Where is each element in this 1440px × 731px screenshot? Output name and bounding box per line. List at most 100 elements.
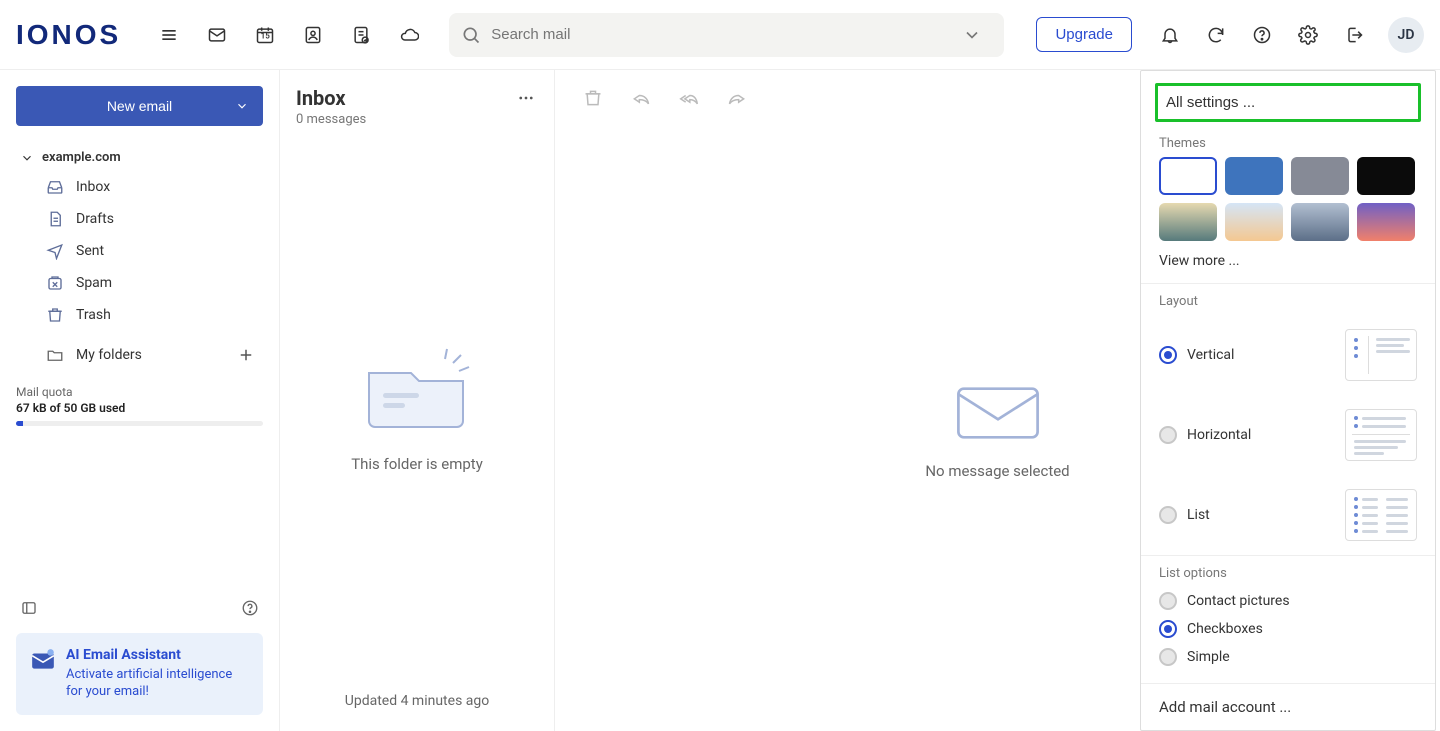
- cloud-icon[interactable]: [389, 15, 429, 55]
- list-option-label: Simple: [1187, 649, 1230, 665]
- ai-assistant-icon: [30, 647, 56, 673]
- folder-label: Trash: [76, 307, 111, 323]
- forward-icon[interactable]: [727, 88, 747, 108]
- help-icon[interactable]: [241, 599, 259, 617]
- list-option-checkboxes[interactable]: Checkboxes: [1159, 615, 1417, 643]
- my-folders-label: My folders: [76, 347, 142, 363]
- upgrade-button[interactable]: Upgrade: [1036, 17, 1132, 52]
- radio-icon: [1159, 620, 1177, 638]
- folder-sent[interactable]: Sent: [16, 235, 263, 267]
- calendar-icon[interactable]: 15: [245, 15, 285, 55]
- user-avatar[interactable]: JD: [1388, 17, 1424, 53]
- list-options-section-label: List options: [1141, 556, 1435, 587]
- empty-folder-text: This folder is empty: [351, 455, 483, 473]
- message-list-panel: Inbox 0 messages This folder is empty Up…: [280, 70, 555, 731]
- all-settings-button[interactable]: All settings ...: [1155, 83, 1421, 122]
- folder-drafts[interactable]: Drafts: [16, 203, 263, 235]
- layout-option-vertical[interactable]: Vertical: [1159, 315, 1417, 395]
- mail-icon[interactable]: [197, 15, 237, 55]
- folder-spam[interactable]: Spam: [16, 267, 263, 299]
- settings-gear-icon[interactable]: [1288, 15, 1328, 55]
- folder-trash[interactable]: Trash: [16, 299, 263, 331]
- search-field-wrapper: [449, 13, 1004, 57]
- chevron-down-icon: [235, 99, 249, 113]
- theme-photo-mountain[interactable]: [1159, 203, 1217, 241]
- help-icon[interactable]: [1242, 15, 1282, 55]
- theme-black[interactable]: [1357, 157, 1415, 195]
- add-folder-icon[interactable]: [237, 346, 255, 364]
- layout-section-label: Layout: [1141, 284, 1435, 315]
- message-count: 0 messages: [296, 112, 366, 127]
- layout-thumbnail: [1345, 489, 1417, 541]
- new-email-label: New email: [107, 98, 172, 114]
- theme-blue[interactable]: [1225, 157, 1283, 195]
- settings-popover: All settings ... Themes View more ... La…: [1140, 70, 1436, 731]
- radio-icon: [1159, 346, 1177, 364]
- drafts-icon: [46, 210, 64, 228]
- account-name-label: example.com: [42, 150, 121, 165]
- layout-label: Horizontal: [1187, 427, 1251, 443]
- folder-label: Sent: [76, 243, 104, 259]
- theme-white[interactable]: [1159, 157, 1217, 195]
- empty-folder-state: This folder is empty: [296, 127, 538, 687]
- theme-photo-beach[interactable]: [1225, 203, 1283, 241]
- sent-icon: [46, 242, 64, 260]
- more-actions-icon[interactable]: [514, 86, 538, 110]
- folder-title: Inbox: [296, 86, 366, 110]
- search-icon: [461, 25, 481, 45]
- layout-thumbnail: [1345, 409, 1417, 461]
- trash-icon: [46, 306, 64, 324]
- list-option-label: Contact pictures: [1187, 593, 1290, 609]
- list-option-contact-pictures[interactable]: Contact pictures: [1159, 587, 1417, 615]
- notifications-icon[interactable]: [1150, 15, 1190, 55]
- new-email-button[interactable]: New email: [16, 86, 263, 126]
- search-dropdown-icon[interactable]: [962, 25, 982, 45]
- logout-icon[interactable]: [1334, 15, 1374, 55]
- main-layout: New email example.com Inbox Drafts Sent …: [0, 70, 1440, 731]
- layout-label: List: [1187, 507, 1210, 523]
- reply-all-icon[interactable]: [679, 88, 699, 108]
- chevron-down-icon: [20, 151, 34, 165]
- layout-option-list[interactable]: List: [1159, 475, 1417, 555]
- inbox-icon: [46, 178, 64, 196]
- my-folders[interactable]: My folders: [16, 339, 263, 371]
- ai-card-title: AI Email Assistant: [66, 647, 249, 663]
- sidebar: New email example.com Inbox Drafts Sent …: [0, 70, 280, 731]
- layout-label: Vertical: [1187, 347, 1234, 363]
- list-option-simple[interactable]: Simple: [1159, 643, 1417, 671]
- theme-photo-city[interactable]: [1291, 203, 1349, 241]
- mail-quota-section: Mail quota 67 kB of 50 GB used: [16, 385, 263, 426]
- themes-grid: [1141, 157, 1435, 241]
- folder-icon: [46, 346, 64, 364]
- envelope-icon: [953, 378, 1043, 448]
- hamburger-menu-icon[interactable]: [149, 15, 189, 55]
- empty-folder-illustration: [357, 341, 477, 435]
- top-bar: IONOS 15 Upgrade: [0, 0, 1440, 70]
- themes-section-label: Themes: [1141, 126, 1435, 157]
- ai-assistant-card[interactable]: AI Email Assistant Activate artificial i…: [16, 633, 263, 715]
- refresh-icon[interactable]: [1196, 15, 1236, 55]
- folder-inbox[interactable]: Inbox: [16, 171, 263, 203]
- themes-view-more[interactable]: View more ...: [1141, 241, 1435, 284]
- message-reader-panel: No message selected All settings ... The…: [555, 70, 1440, 731]
- theme-photo-sunset[interactable]: [1357, 203, 1415, 241]
- folder-label: Spam: [76, 275, 112, 291]
- reader-empty-text: No message selected: [925, 462, 1069, 480]
- spam-icon: [46, 274, 64, 292]
- folder-label: Inbox: [76, 179, 110, 195]
- reply-icon[interactable]: [631, 88, 651, 108]
- add-mail-account-button[interactable]: Add mail account ...: [1141, 683, 1435, 730]
- layout-thumbnail: [1345, 329, 1417, 381]
- search-input[interactable]: [491, 26, 962, 43]
- panel-toggle-icon[interactable]: [20, 599, 38, 617]
- radio-icon: [1159, 426, 1177, 444]
- contacts-icon[interactable]: [293, 15, 333, 55]
- radio-icon: [1159, 648, 1177, 666]
- theme-grey[interactable]: [1291, 157, 1349, 195]
- folder-label: Drafts: [76, 211, 114, 227]
- layout-option-horizontal[interactable]: Horizontal: [1159, 395, 1417, 475]
- account-toggle[interactable]: example.com: [16, 144, 263, 171]
- calendar-day-label: 15: [261, 31, 270, 40]
- delete-icon[interactable]: [583, 88, 603, 108]
- tasks-icon[interactable]: [341, 15, 381, 55]
